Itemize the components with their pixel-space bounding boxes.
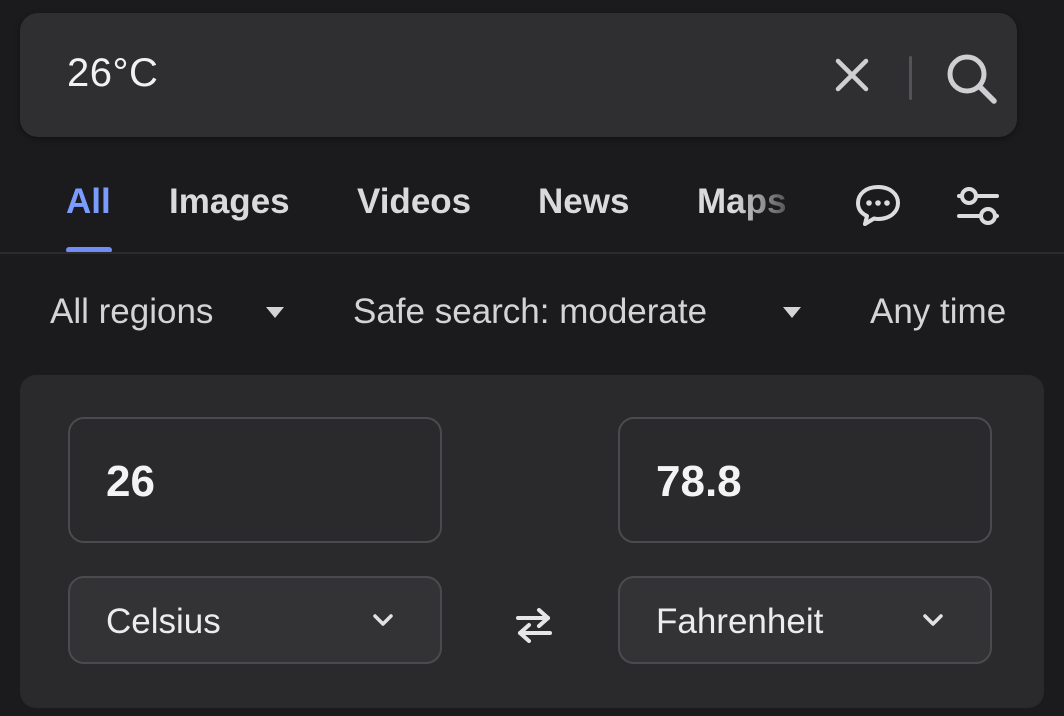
to-value[interactable]: 78.8	[656, 457, 742, 507]
tab-videos[interactable]: Videos	[357, 182, 471, 222]
to-unit-label: Fahrenheit	[656, 602, 824, 641]
search-divider	[909, 56, 912, 100]
swap-arrows-icon[interactable]	[514, 607, 554, 643]
to-value-field[interactable]: 78.8	[618, 417, 992, 543]
search-tabs: All Images Videos News Maps	[0, 160, 1064, 254]
chevron-down-icon	[372, 612, 394, 628]
chevron-down-icon	[922, 612, 944, 628]
tab-maps[interactable]: Maps	[697, 182, 786, 222]
region-filter[interactable]: All regions	[50, 292, 213, 332]
settings-sliders-icon[interactable]	[953, 182, 1003, 230]
search-icon[interactable]	[944, 51, 1000, 107]
temperature-converter: 26 78.8 Celsius Fahrenheit	[20, 375, 1044, 708]
time-filter[interactable]: Any time	[870, 292, 1006, 332]
search-bar[interactable]: 26°C	[20, 13, 1017, 137]
tab-all[interactable]: All	[66, 182, 111, 222]
chat-icon[interactable]	[853, 182, 903, 230]
region-caret-icon[interactable]	[266, 307, 284, 318]
from-value[interactable]: 26	[106, 457, 155, 507]
safe-search-caret-icon[interactable]	[783, 307, 801, 318]
safe-search-filter[interactable]: Safe search: moderate	[353, 292, 707, 332]
tab-images[interactable]: Images	[169, 182, 290, 222]
from-value-field[interactable]: 26	[68, 417, 442, 543]
from-unit-select[interactable]: Celsius	[68, 576, 442, 664]
tab-news[interactable]: News	[538, 182, 629, 222]
search-input[interactable]: 26°C	[67, 51, 158, 96]
to-unit-select[interactable]: Fahrenheit	[618, 576, 992, 664]
from-unit-label: Celsius	[106, 602, 221, 641]
close-icon[interactable]	[830, 53, 874, 97]
tabs-divider	[0, 252, 1064, 254]
